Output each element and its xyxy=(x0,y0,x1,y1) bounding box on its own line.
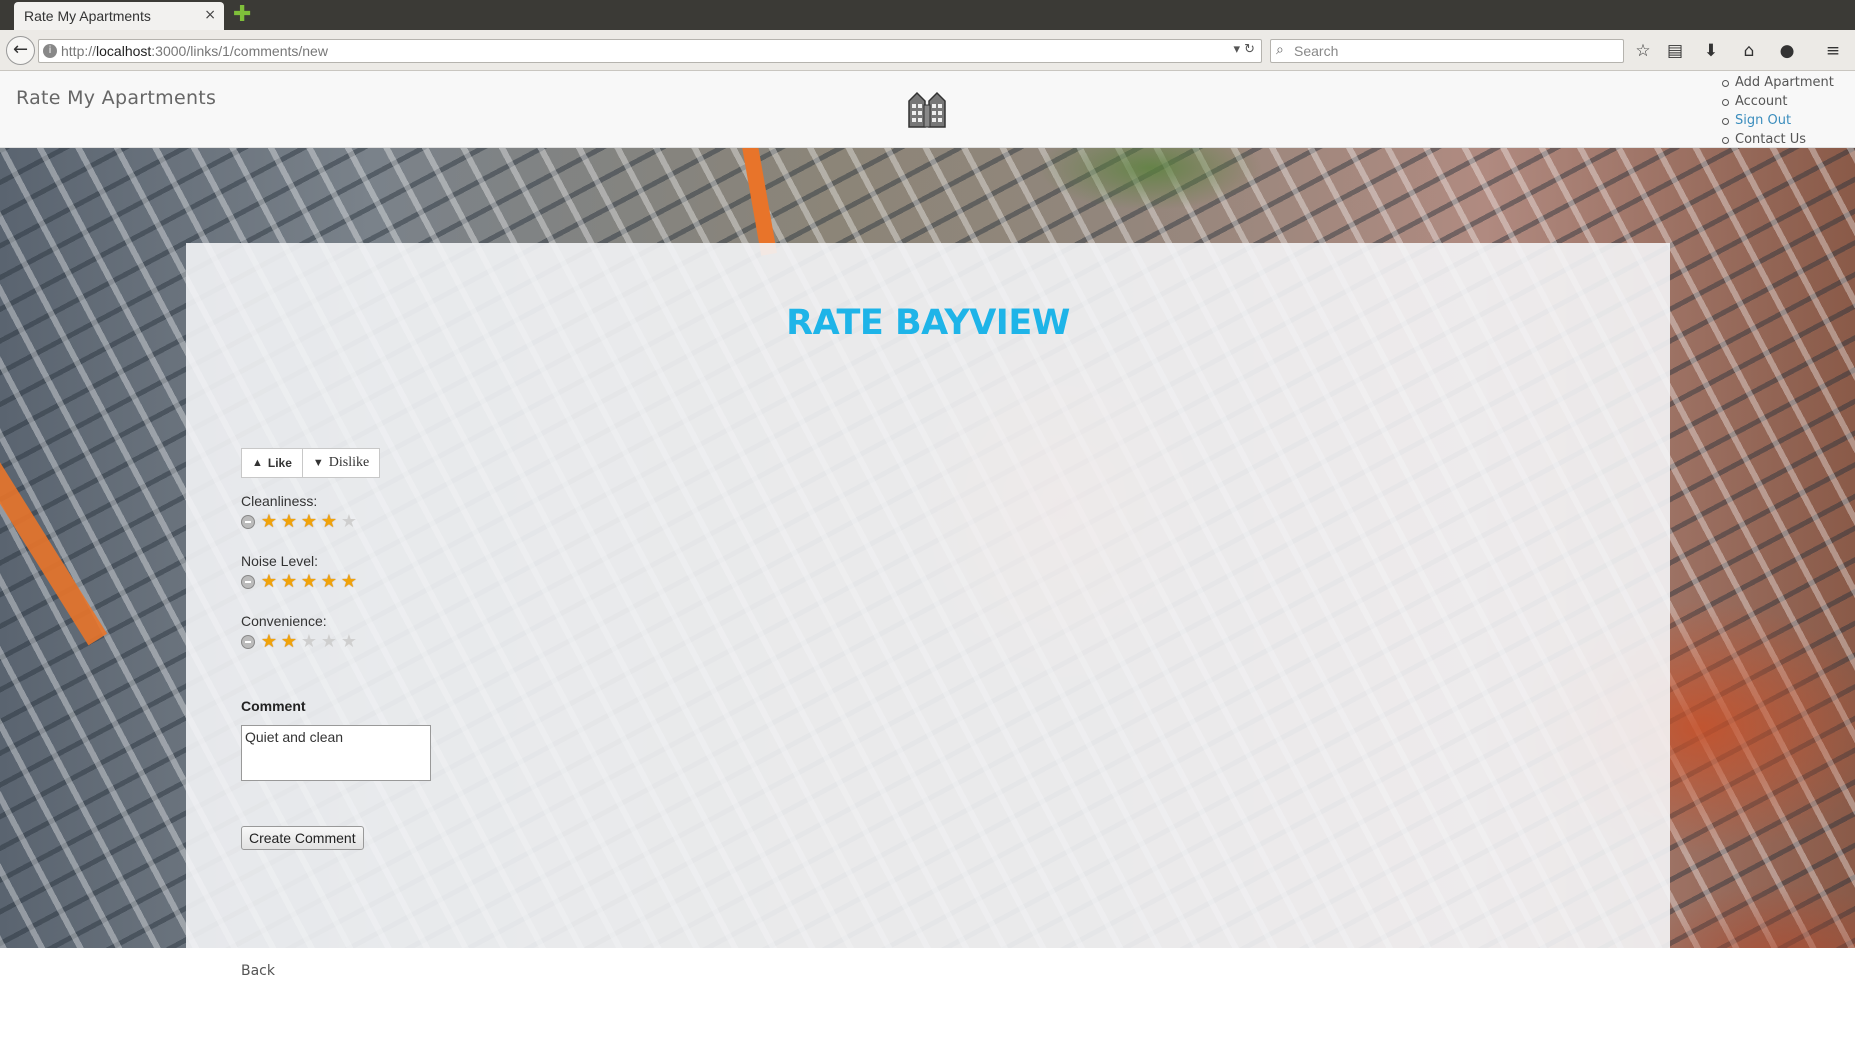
bookmark-star-icon[interactable]: ☆ xyxy=(1630,38,1656,64)
back-link[interactable]: Back xyxy=(241,963,275,979)
rating-label: Noise Level: xyxy=(241,553,319,569)
site-nav: Add Apartment Account Sign Out Contact U… xyxy=(1722,73,1834,149)
dislike-label: Dislike xyxy=(328,455,370,470)
url-text[interactable]: http://localhost:3000/links/1/comments/n… xyxy=(61,43,328,59)
clear-rating-icon[interactable] xyxy=(241,575,255,589)
create-comment-button[interactable]: Create Comment xyxy=(241,826,364,850)
comment-form-panel: RATE BAYVIEW ▲ Like ▼ Dislike Cleanlines… xyxy=(186,243,1670,948)
chevron-up-icon: ▲ xyxy=(252,457,263,469)
nav-sign-out[interactable]: Sign Out xyxy=(1722,111,1834,130)
comment-textarea[interactable]: Quiet and clean xyxy=(241,725,431,781)
background-decoration xyxy=(742,148,777,256)
url-bar[interactable]: i http://localhost:3000/links/1/comments… xyxy=(38,39,1262,63)
download-icon[interactable]: ⬇ xyxy=(1698,38,1724,64)
background-decoration xyxy=(0,413,108,646)
star-icon[interactable]: ★ xyxy=(279,573,299,591)
clear-rating-icon[interactable] xyxy=(241,515,255,529)
search-icon: ⌕ xyxy=(1276,42,1284,58)
nav-add-apartment[interactable]: Add Apartment xyxy=(1722,73,1834,92)
star-icon[interactable]: ★ xyxy=(319,513,339,531)
tab-close-icon[interactable]: × xyxy=(204,7,216,23)
dislike-button[interactable]: ▼ Dislike xyxy=(303,449,379,477)
vote-button-group: ▲ Like ▼ Dislike xyxy=(241,448,381,478)
menu-icon[interactable]: ≡ xyxy=(1820,38,1846,64)
rating-label: Convenience: xyxy=(241,613,327,629)
brand-title[interactable]: Rate My Apartments xyxy=(16,87,216,109)
comment-label: Comment xyxy=(241,698,306,714)
nav-account[interactable]: Account xyxy=(1722,92,1834,111)
star-icon[interactable]: ★ xyxy=(259,513,279,531)
star-rating: ★ ★ ★ ★ ★ xyxy=(241,632,359,652)
rating-convenience: Convenience: ★ ★ ★ ★ ★ xyxy=(241,613,359,652)
globe-icon: i xyxy=(43,44,57,58)
tab-title: Rate My Apartments xyxy=(24,8,151,24)
star-icon[interactable]: ★ xyxy=(279,513,299,531)
star-icon[interactable]: ★ xyxy=(299,513,319,531)
chevron-down-icon: ▼ xyxy=(312,457,324,469)
star-rating: ★ ★ ★ ★ ★ xyxy=(241,512,359,532)
star-icon[interactable]: ★ xyxy=(339,513,359,531)
rating-noise-level: Noise Level: ★ ★ ★ ★ ★ xyxy=(241,553,359,592)
browser-navbar: ← i http://localhost:3000/links/1/commen… xyxy=(0,30,1855,71)
reload-icon[interactable]: ▾ ↻ xyxy=(1233,42,1255,57)
search-bar[interactable]: ⌕ xyxy=(1270,39,1624,63)
page-title: RATE BAYVIEW xyxy=(786,303,1070,343)
star-rating: ★ ★ ★ ★ ★ xyxy=(241,572,359,592)
building-logo-icon xyxy=(908,91,946,128)
star-icon[interactable]: ★ xyxy=(299,633,319,651)
chat-icon[interactable]: ● xyxy=(1774,38,1800,64)
clear-rating-icon[interactable] xyxy=(241,635,255,649)
star-icon[interactable]: ★ xyxy=(259,573,279,591)
star-icon[interactable]: ★ xyxy=(319,573,339,591)
star-icon[interactable]: ★ xyxy=(339,573,359,591)
rating-cleanliness: Cleanliness: ★ ★ ★ ★ ★ xyxy=(241,493,359,532)
browser-tab[interactable]: Rate My Apartments × xyxy=(14,2,224,30)
search-input[interactable] xyxy=(1294,42,1614,60)
star-icon[interactable]: ★ xyxy=(319,633,339,651)
browser-titlebar: Rate My Apartments × ✚ xyxy=(0,0,1855,30)
rating-label: Cleanliness: xyxy=(241,493,318,509)
clipboard-icon[interactable]: ▤ xyxy=(1662,38,1688,64)
site-header: Rate My Apartments Add Apartment Account… xyxy=(0,71,1855,148)
back-arrow-icon[interactable]: ← xyxy=(6,36,35,65)
nav-contact-us[interactable]: Contact Us xyxy=(1722,130,1834,149)
like-label: Like xyxy=(267,456,292,470)
star-icon[interactable]: ★ xyxy=(279,633,299,651)
star-icon[interactable]: ★ xyxy=(339,633,359,651)
new-tab-icon[interactable]: ✚ xyxy=(233,4,251,26)
like-button[interactable]: ▲ Like xyxy=(242,449,303,477)
home-icon[interactable]: ⌂ xyxy=(1736,38,1762,64)
star-icon[interactable]: ★ xyxy=(259,633,279,651)
star-icon[interactable]: ★ xyxy=(299,573,319,591)
